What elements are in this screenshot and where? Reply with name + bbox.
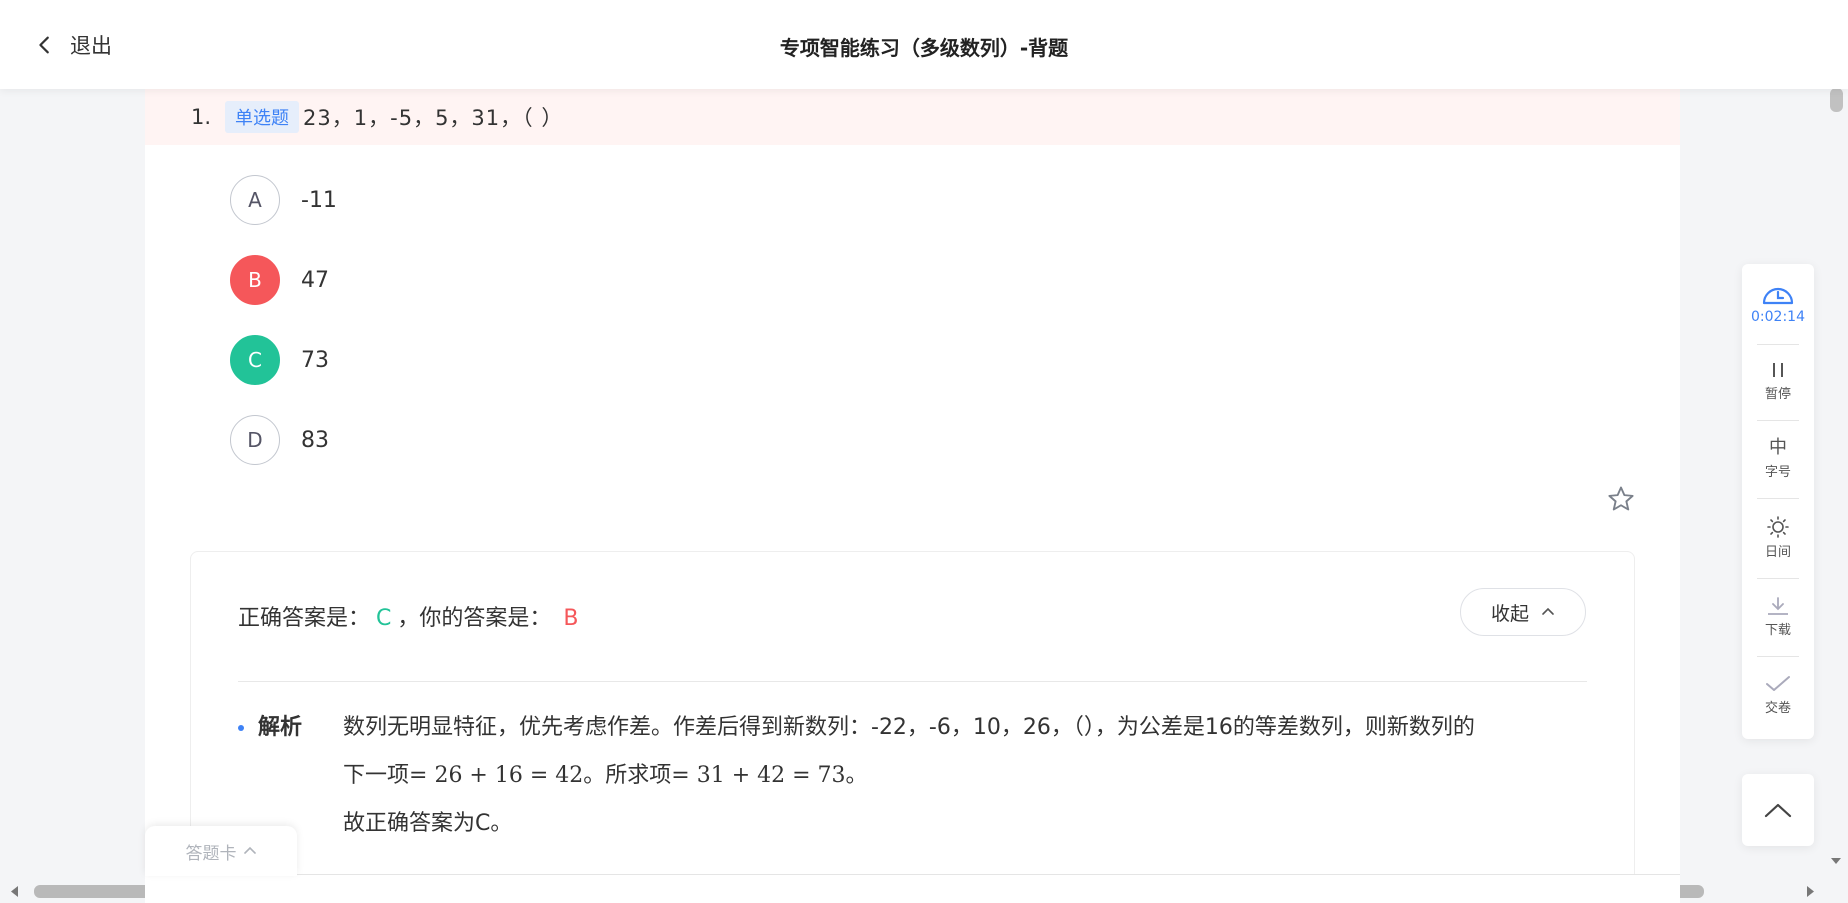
option-letter: D	[230, 415, 280, 465]
your-answer-value: B	[563, 606, 579, 631]
option-text: 47	[301, 267, 329, 293]
question-number: 1.	[191, 105, 212, 129]
explanation-label: 解析	[238, 709, 302, 741]
download-icon	[1768, 597, 1788, 615]
separator	[1757, 656, 1799, 657]
separator	[1757, 420, 1799, 421]
submit-button[interactable]: 交卷	[1742, 674, 1814, 716]
option-d[interactable]: D 83	[230, 400, 1680, 480]
answer-card-tab[interactable]: 答题卡	[145, 826, 297, 876]
your-answer-prefix: ，你的答案是：	[397, 606, 552, 631]
timer-value: 0:02:14	[1751, 309, 1805, 325]
day-mode-button[interactable]: 日间	[1742, 516, 1814, 560]
sun-icon	[1767, 516, 1789, 538]
favorite-star-icon[interactable]	[1606, 484, 1636, 514]
download-label: 下载	[1764, 623, 1791, 638]
math-expression: = 31 + 42 = 73	[671, 763, 846, 788]
option-c[interactable]: C 73	[230, 320, 1680, 400]
explanation-span: 。	[845, 763, 868, 788]
explanation-span: 。所求项	[583, 763, 672, 788]
pause-button[interactable]: 暂停	[1742, 360, 1814, 402]
clock-icon	[1762, 287, 1794, 305]
page-title: 专项智能练习（多级数列）-背题	[779, 36, 1069, 60]
option-a[interactable]: A -11	[230, 160, 1680, 240]
tool-sidebar: 0:02:14 暂停 中 字号 日间 下载 交卷	[1742, 264, 1814, 739]
vertical-scrollbar[interactable]	[1826, 78, 1848, 878]
separator	[1757, 344, 1799, 345]
answer-card-label: 答题卡	[185, 843, 237, 864]
explanation-span: 下一项	[343, 763, 410, 788]
option-letter: B	[230, 255, 280, 305]
explanation-line: 故正确答案为C。	[343, 811, 513, 836]
font-size-label: 字号	[1764, 465, 1791, 480]
bullet-dot	[238, 725, 244, 731]
scroll-left-arrow-icon[interactable]	[10, 885, 19, 898]
option-letter: C	[230, 335, 280, 385]
scroll-to-top-button[interactable]	[1742, 774, 1814, 846]
option-letter: A	[230, 175, 280, 225]
math-expression: = 26 + 16 = 42	[409, 763, 584, 788]
option-text: 73	[301, 347, 329, 373]
explanation-text: 数列无明显特征，优先考虑作差。作差后得到新数列：-22，-6，10，26，（），…	[343, 704, 1593, 848]
pause-icon	[1773, 363, 1783, 377]
scroll-right-arrow-icon[interactable]	[1806, 885, 1815, 898]
font-size-button[interactable]: 中 字号	[1742, 437, 1814, 481]
correct-answer-prefix: 正确答案是：	[238, 606, 371, 631]
separator	[1757, 578, 1799, 579]
timer-button[interactable]: 0:02:14	[1742, 284, 1814, 325]
chevron-up-icon	[1764, 803, 1792, 818]
chevron-up-icon	[1542, 607, 1554, 615]
submit-label: 交卷	[1764, 701, 1791, 716]
explanation-line: 数列无明显特征，优先考虑作差。作差后得到新数列：-22，-6，10，26，（），…	[343, 715, 1475, 740]
question-panel: 1. 单选题 23，1，-5，5，31，（ ） A -11 B 47 C 73 …	[145, 89, 1680, 879]
checkmark-icon	[1766, 676, 1790, 691]
option-text: 83	[301, 427, 329, 453]
scroll-down-arrow-icon[interactable]	[1830, 857, 1842, 865]
pause-label: 暂停	[1764, 387, 1791, 402]
options-list: A -11 B 47 C 73 D 83	[145, 145, 1680, 480]
chevron-up-icon	[243, 846, 256, 854]
collapse-label: 收起	[1490, 602, 1529, 625]
correct-answer-value: C	[376, 606, 392, 631]
answer-summary: 正确答案是： C ，你的答案是： B	[238, 600, 579, 632]
day-mode-label: 日间	[1764, 545, 1791, 560]
explanation-line: 下一项= 26 + 16 = 42。所求项= 31 + 42 = 73。	[343, 752, 1593, 800]
top-bar: 退出 专项智能练习（多级数列）-背题	[0, 0, 1848, 89]
separator	[1757, 498, 1799, 499]
answer-analysis-box: 正确答案是： C ，你的答案是： B 收起 解析 数列无明显特征，优先考虑作差。作差后…	[190, 551, 1635, 879]
vertical-scroll-thumb[interactable]	[1830, 88, 1843, 112]
question-type-tag: 单选题	[225, 101, 300, 133]
download-button[interactable]: 下载	[1742, 596, 1814, 638]
explanation-label-text: 解析	[258, 715, 303, 740]
answer-card-panel	[145, 874, 1680, 903]
option-text: -11	[301, 187, 337, 213]
question-header: 1. 单选题 23，1，-5，5，31，（ ）	[145, 89, 1680, 145]
collapse-button[interactable]: 收起	[1460, 588, 1586, 636]
divider	[238, 681, 1587, 682]
font-size-glyph: 中	[1769, 437, 1787, 458]
question-stem: 23，1，-5，5，31，（ ）	[303, 106, 564, 130]
option-b[interactable]: B 47	[230, 240, 1680, 320]
